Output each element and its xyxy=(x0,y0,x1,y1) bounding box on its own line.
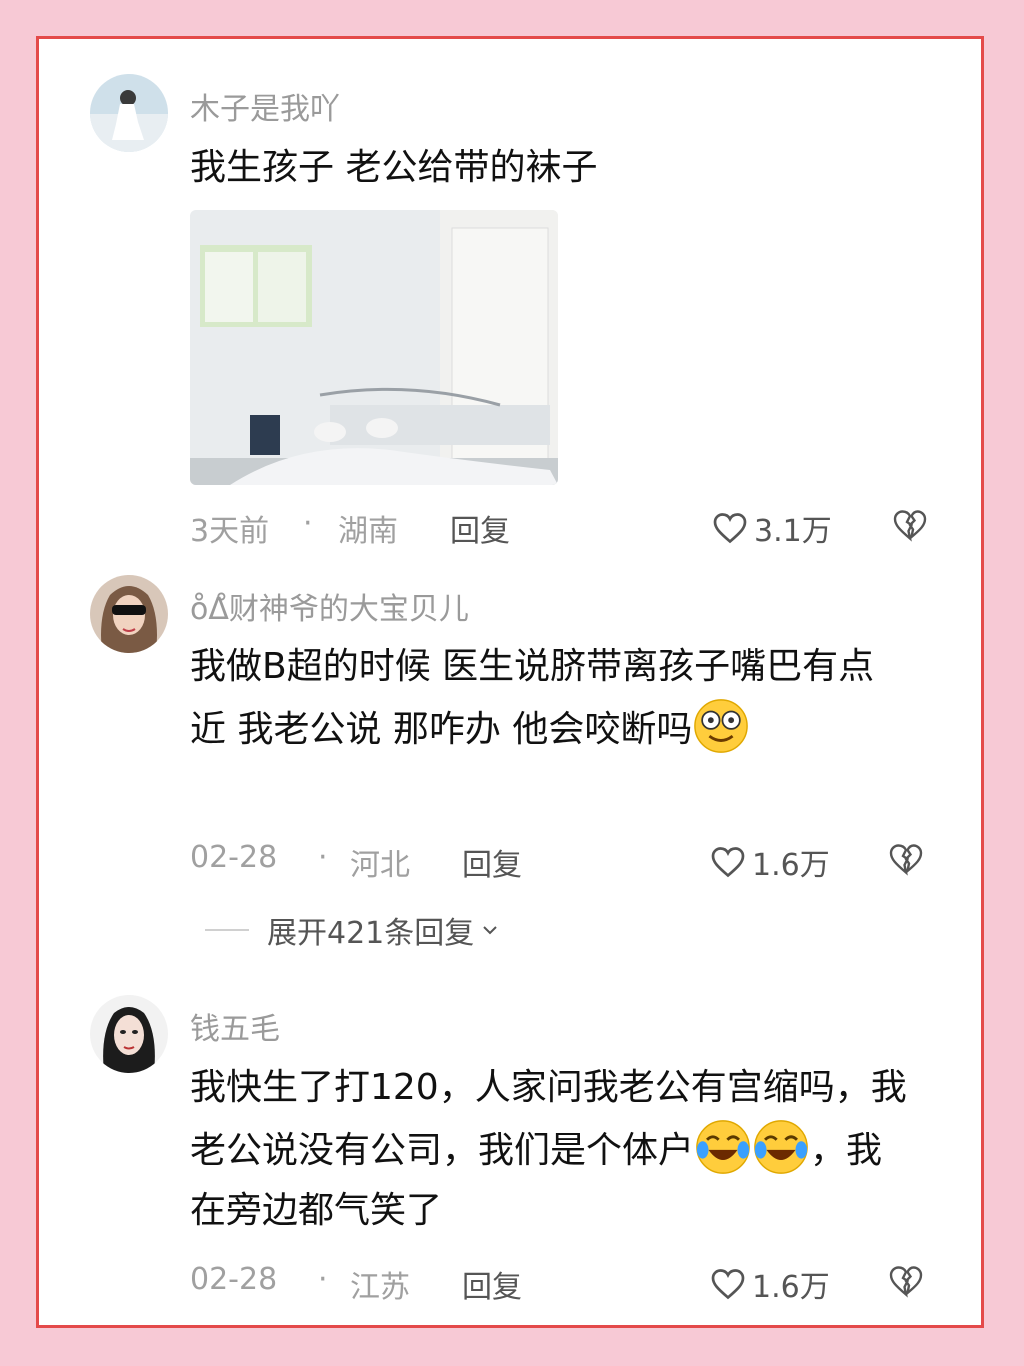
avatar[interactable] xyxy=(90,74,168,152)
comment-text-content: 我做B超的时候 医生说脐带离孩子嘴巴有点近 我老公说 那咋办 他会咬断吗 xyxy=(190,646,875,750)
expand-divider xyxy=(205,929,249,931)
username[interactable]: 钱五毛 xyxy=(190,1004,280,1048)
comment-location: 河北 xyxy=(350,848,410,883)
separator-dot: · xyxy=(318,1262,328,1297)
like-button[interactable]: 1.6万 xyxy=(710,840,830,884)
comment-location: 江苏 xyxy=(350,1270,410,1305)
like-count: 1.6万 xyxy=(752,1270,830,1305)
comment-text: 我做B超的时候 医生说脐带离孩子嘴巴有点近 我老公说 那咋办 他会咬断吗 xyxy=(190,637,910,760)
expand-replies-label: 展开421条回复 xyxy=(267,916,475,951)
like-button[interactable]: 3.1万 xyxy=(712,506,832,550)
reply-button[interactable]: 回复 xyxy=(462,840,522,884)
tears-of-joy-emoji-icon xyxy=(754,1120,808,1174)
avatar[interactable] xyxy=(90,575,168,653)
separator-dot: · xyxy=(303,506,313,541)
avatar[interactable] xyxy=(90,995,168,1073)
tears-of-joy-emoji-icon xyxy=(696,1120,750,1174)
broken-heart-icon[interactable] xyxy=(888,841,924,877)
comment-time: 02-28 xyxy=(190,1262,278,1297)
expand-replies-button[interactable]: 展开421条回复 xyxy=(205,908,502,952)
like-button[interactable]: 1.6万 xyxy=(710,1262,830,1306)
heart-icon xyxy=(713,513,747,544)
comment-photo[interactable] xyxy=(190,210,558,485)
comment-location: 湖南 xyxy=(338,514,398,549)
username[interactable]: 木子是我吖 xyxy=(190,84,340,128)
reply-button[interactable]: 回复 xyxy=(462,1262,522,1306)
broken-heart-icon[interactable] xyxy=(892,507,928,543)
dizzy-smile-emoji-icon xyxy=(694,699,749,753)
comment-text: 我生孩子 老公给带的袜子 xyxy=(190,147,598,188)
comment-text: 我快生了打120，人家问我老公有宫缩吗，我老公说没有公司，我们是个体户 ，我在旁… xyxy=(190,1058,910,1241)
like-count: 3.1万 xyxy=(754,514,832,549)
reply-button[interactable]: 回复 xyxy=(450,506,510,550)
username[interactable]: o̊Δ̊财神爷的大宝贝儿 xyxy=(190,584,469,628)
chevron-down-icon xyxy=(483,926,497,935)
comment-time: 02-28 xyxy=(190,840,278,875)
heart-icon xyxy=(711,847,745,878)
comment-time: 3天前 xyxy=(190,514,270,549)
separator-dot: · xyxy=(318,840,328,875)
like-count: 1.6万 xyxy=(752,848,830,883)
heart-icon xyxy=(711,1269,745,1300)
broken-heart-icon[interactable] xyxy=(888,1263,924,1299)
